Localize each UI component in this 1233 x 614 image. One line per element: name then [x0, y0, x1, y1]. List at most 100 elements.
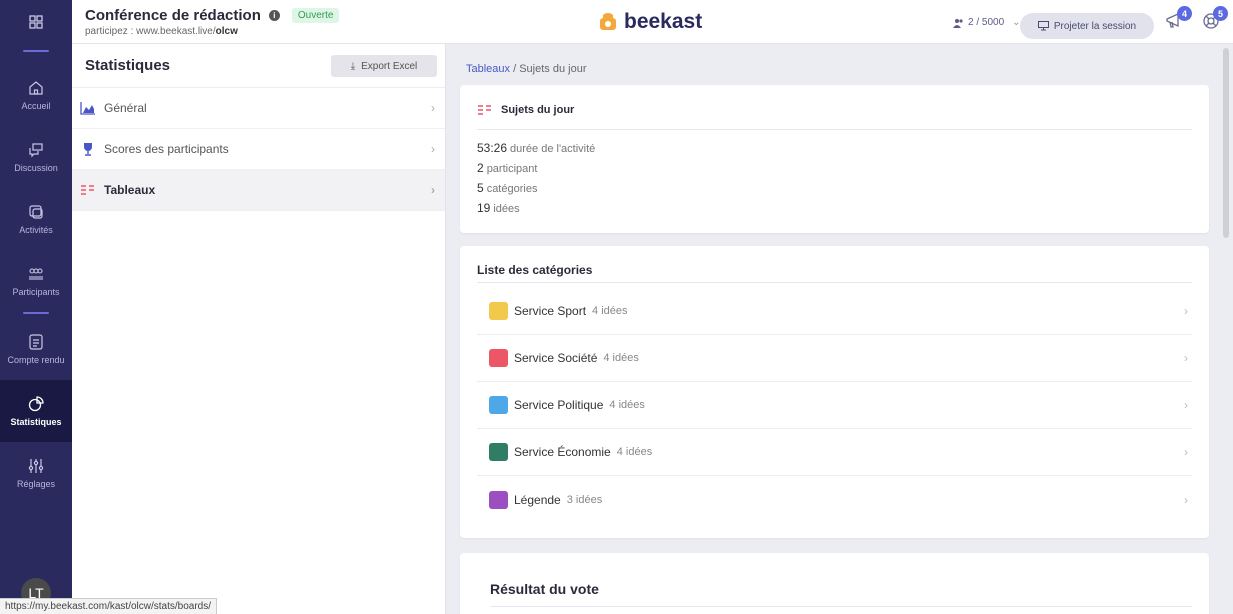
- chat-icon: [29, 142, 43, 157]
- stats-item-tableaux[interactable]: Tableaux ›: [72, 170, 445, 211]
- join-link: participez : www.beekast.live/olcw: [85, 26, 238, 37]
- users-icon: [953, 18, 963, 28]
- settings-icon: [28, 458, 44, 473]
- category-row[interactable]: Service Politique 4 idées ›: [477, 382, 1192, 429]
- category-count: 4 idées: [616, 446, 653, 458]
- category-count: 4 idées: [603, 352, 639, 364]
- participants-counter[interactable]: 2 / 5000 ⌄: [953, 17, 1021, 28]
- category-count: 4 idées: [592, 305, 628, 317]
- summary-title: Sujets du jour: [477, 104, 574, 116]
- boards-icon: [81, 185, 94, 195]
- rail-item-accueil[interactable]: Accueil: [0, 64, 72, 126]
- project-session-button[interactable]: Projeter la session: [1020, 13, 1154, 39]
- stat-label: participant: [486, 163, 538, 175]
- beekast-logo[interactable]: beekast: [598, 10, 702, 34]
- category-color-swatch: [489, 349, 508, 367]
- rail-item-discussion[interactable]: Discussion: [0, 126, 72, 188]
- stat-value: 2: [477, 161, 484, 175]
- stat-label: catégories: [486, 183, 538, 195]
- join-link-prefix: participez : www.beekast.live/: [85, 26, 216, 37]
- notification-badge: 4: [1177, 6, 1192, 21]
- vote-card: Résultat du vote: [460, 553, 1209, 614]
- chevron-right-icon: ›: [1184, 351, 1188, 365]
- rail-label: Réglages: [16, 478, 56, 489]
- divider: [477, 129, 1192, 130]
- vote-title: Résultat du vote: [490, 581, 599, 597]
- category-name: Légende: [514, 492, 561, 507]
- rail-item-compte-rendu[interactable]: Compte rendu: [0, 318, 72, 380]
- export-excel-button[interactable]: ⤓ Export Excel: [331, 55, 437, 77]
- nav-rail: Accueil Discussion Activités Participant…: [0, 0, 72, 614]
- status-badge: Ouverte: [291, 8, 340, 23]
- top-header: Conférence de rédaction i Ouverte partic…: [72, 0, 1233, 44]
- rail-separator: [23, 312, 49, 314]
- rail-item-reglages[interactable]: Réglages: [0, 442, 72, 504]
- category-count: 4 idées: [609, 399, 645, 411]
- rail-label: Compte rendu: [7, 354, 65, 365]
- chevron-right-icon: ›: [431, 101, 435, 115]
- stats-item-label: Général: [104, 101, 147, 115]
- rail-item-statistiques[interactable]: Statistiques: [0, 380, 72, 442]
- help-button[interactable]: 5: [1200, 6, 1228, 34]
- categories-card: Liste des catégories Service Sport 4 idé…: [460, 246, 1209, 538]
- rail-label: Discussion: [14, 162, 58, 173]
- divider: [477, 282, 1192, 283]
- category-name: Service Politique: [514, 398, 604, 412]
- stats-item-general[interactable]: Général ›: [72, 88, 445, 129]
- participants-icon: [29, 267, 43, 280]
- download-icon: ⤓: [350, 60, 356, 72]
- chevron-right-icon: ›: [1184, 445, 1188, 459]
- chevron-right-icon: ›: [1184, 304, 1188, 318]
- stat-value: 53:26: [477, 141, 508, 155]
- screen-icon: [1037, 21, 1049, 31]
- category-row[interactable]: Service Économie 4 idées ›: [477, 429, 1192, 476]
- category-row[interactable]: Service Société 4 idées ›: [477, 335, 1192, 382]
- category-row[interactable]: Service Sport 4 idées ›: [477, 288, 1192, 335]
- categories-title: Liste des catégories: [477, 263, 593, 277]
- rail-label: Statistiques: [10, 416, 62, 427]
- trophy-icon: [84, 143, 92, 156]
- category-row[interactable]: Légende 3 idées ›: [477, 476, 1192, 523]
- session-title: Conférence de rédaction i Ouverte: [85, 7, 340, 24]
- panel-title: Statistiques: [85, 57, 171, 74]
- info-icon[interactable]: i: [268, 10, 280, 21]
- stats-item-scores[interactable]: Scores des participants ›: [72, 129, 445, 170]
- main-content: Tableaux / Sujets du jour Sujets du jour…: [447, 44, 1223, 614]
- stat-value: 5: [477, 181, 484, 195]
- stat-label: idées: [493, 203, 520, 215]
- chevron-right-icon: ›: [431, 142, 435, 156]
- report-icon: [29, 333, 43, 350]
- breadcrumb-link[interactable]: Tableaux: [466, 63, 510, 75]
- notification-badge: 5: [1213, 6, 1228, 21]
- announcement-button[interactable]: 4: [1164, 6, 1192, 34]
- logo-text: beekast: [624, 10, 703, 33]
- apps-grid-icon[interactable]: [0, 0, 72, 44]
- rail-label: Activités: [19, 224, 53, 235]
- stats-item-label: Scores des participants: [104, 142, 229, 156]
- rail-item-participants[interactable]: Participants: [0, 250, 72, 312]
- category-name: Service Société: [514, 351, 598, 365]
- category-name: Service Économie: [514, 445, 611, 459]
- stat-participants: 2 participant: [477, 161, 537, 175]
- stats-panel: Statistiques ⤓ Export Excel Général › Sc…: [72, 44, 446, 614]
- stats-icon: [28, 395, 44, 411]
- category-color-swatch: [489, 490, 508, 509]
- category-color-swatch: [489, 443, 508, 461]
- beekast-logo-icon: [600, 13, 616, 30]
- chevron-right-icon: ›: [431, 183, 435, 197]
- stats-item-label: Tableaux: [104, 183, 156, 197]
- category-name: Service Sport: [514, 304, 587, 318]
- session-title-text: Conférence de rédaction: [85, 7, 261, 24]
- boards-icon: [478, 105, 491, 115]
- summary-card: Sujets du jour 53:26 durée de l'activité …: [460, 85, 1209, 233]
- stat-ideas: 19 idées: [477, 201, 520, 215]
- summary-title-text: Sujets du jour: [501, 104, 575, 116]
- scrollbar[interactable]: [1223, 48, 1229, 238]
- category-color-swatch: [489, 396, 508, 414]
- chevron-right-icon: ›: [1184, 492, 1188, 507]
- join-code: olcw: [215, 26, 238, 37]
- rail-item-activites[interactable]: Activités: [0, 188, 72, 250]
- breadcrumb: Tableaux / Sujets du jour: [466, 63, 586, 75]
- status-bar-url: https://my.beekast.com/kast/olcw/stats/b…: [0, 598, 218, 614]
- stat-label: durée de l'activité: [510, 143, 596, 155]
